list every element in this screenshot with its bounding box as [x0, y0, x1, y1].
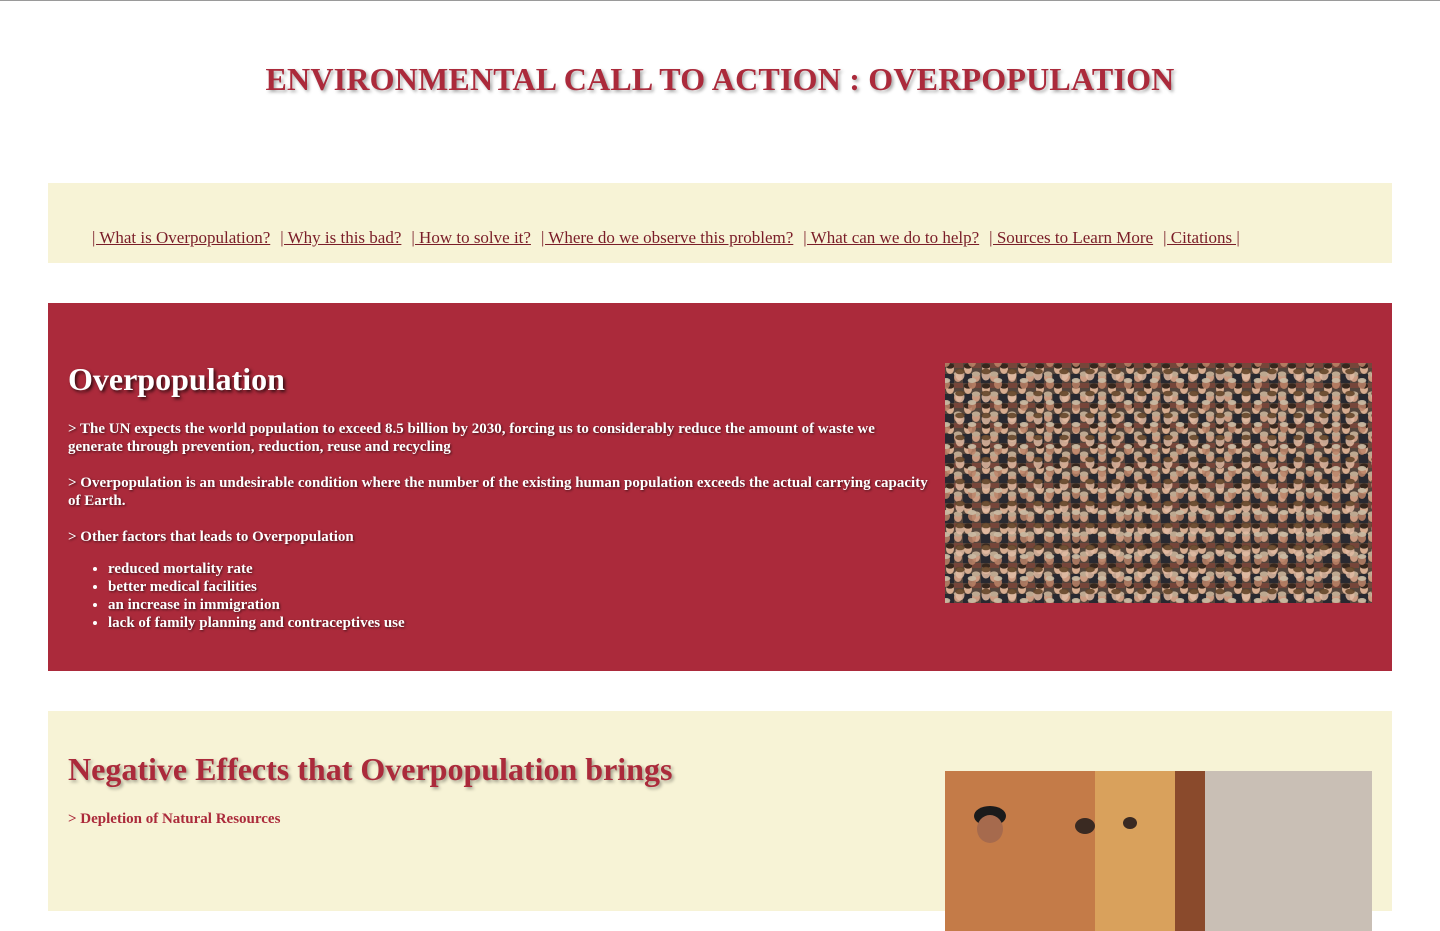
crowd-photo: [945, 363, 1372, 603]
negative-effects-section: Negative Effects that Overpopulation bri…: [48, 711, 1392, 931]
list-item: reduced mortality rate: [108, 560, 928, 578]
nav-link-why-is-this-bad[interactable]: | Why is this bad?: [280, 228, 401, 248]
crowd-photo-graphic: [945, 363, 1372, 603]
nav-link-sources[interactable]: | Sources to Learn More: [989, 228, 1153, 248]
nav-link-what-can-we-do[interactable]: | What can we do to help?: [803, 228, 979, 248]
overpopulation-paragraph-definition: > Overpopulation is an undesirable condi…: [68, 475, 928, 509]
overpopulation-section: Overpopulation > The UN expects the worl…: [48, 303, 1392, 671]
list-item: an increase in immigration: [108, 596, 928, 614]
negative-effects-body: > Depletion of Natural Resources: [68, 811, 280, 828]
negative-effects-paragraph-resources: > Depletion of Natural Resources: [68, 811, 281, 827]
negative-effects-heading: Negative Effects that Overpopulation bri…: [68, 751, 673, 787]
list-item: lack of family planning and contraceptiv…: [108, 614, 928, 632]
street-photo-graphic: [945, 771, 1372, 931]
page-title: ENVIRONMENTAL CALL TO ACTION : OVERPOPUL…: [265, 61, 1175, 97]
overpopulation-heading: Overpopulation: [68, 361, 285, 397]
nav-bar: | What is Overpopulation? | Why is this …: [48, 183, 1392, 263]
list-item: better medical facilities: [108, 578, 928, 596]
factors-list: reduced mortality rate better medical fa…: [68, 560, 928, 632]
street-photo: [945, 771, 1372, 931]
nav-link-what-is-overpopulation[interactable]: | What is Overpopulation?: [92, 228, 270, 248]
overpopulation-body: > The UN expects the world population to…: [68, 420, 928, 632]
overpopulation-paragraph-un: > The UN expects the world population to…: [68, 421, 875, 455]
nav-link-where-observe[interactable]: | Where do we observe this problem?: [541, 228, 793, 248]
nav-link-how-to-solve[interactable]: | How to solve it?: [411, 228, 531, 248]
overpopulation-paragraph-factors: > Other factors that leads to Overpopula…: [68, 529, 354, 545]
nav-link-citations[interactable]: | Citations |: [1163, 228, 1240, 248]
nav-links: | What is Overpopulation? | Why is this …: [92, 228, 1240, 248]
